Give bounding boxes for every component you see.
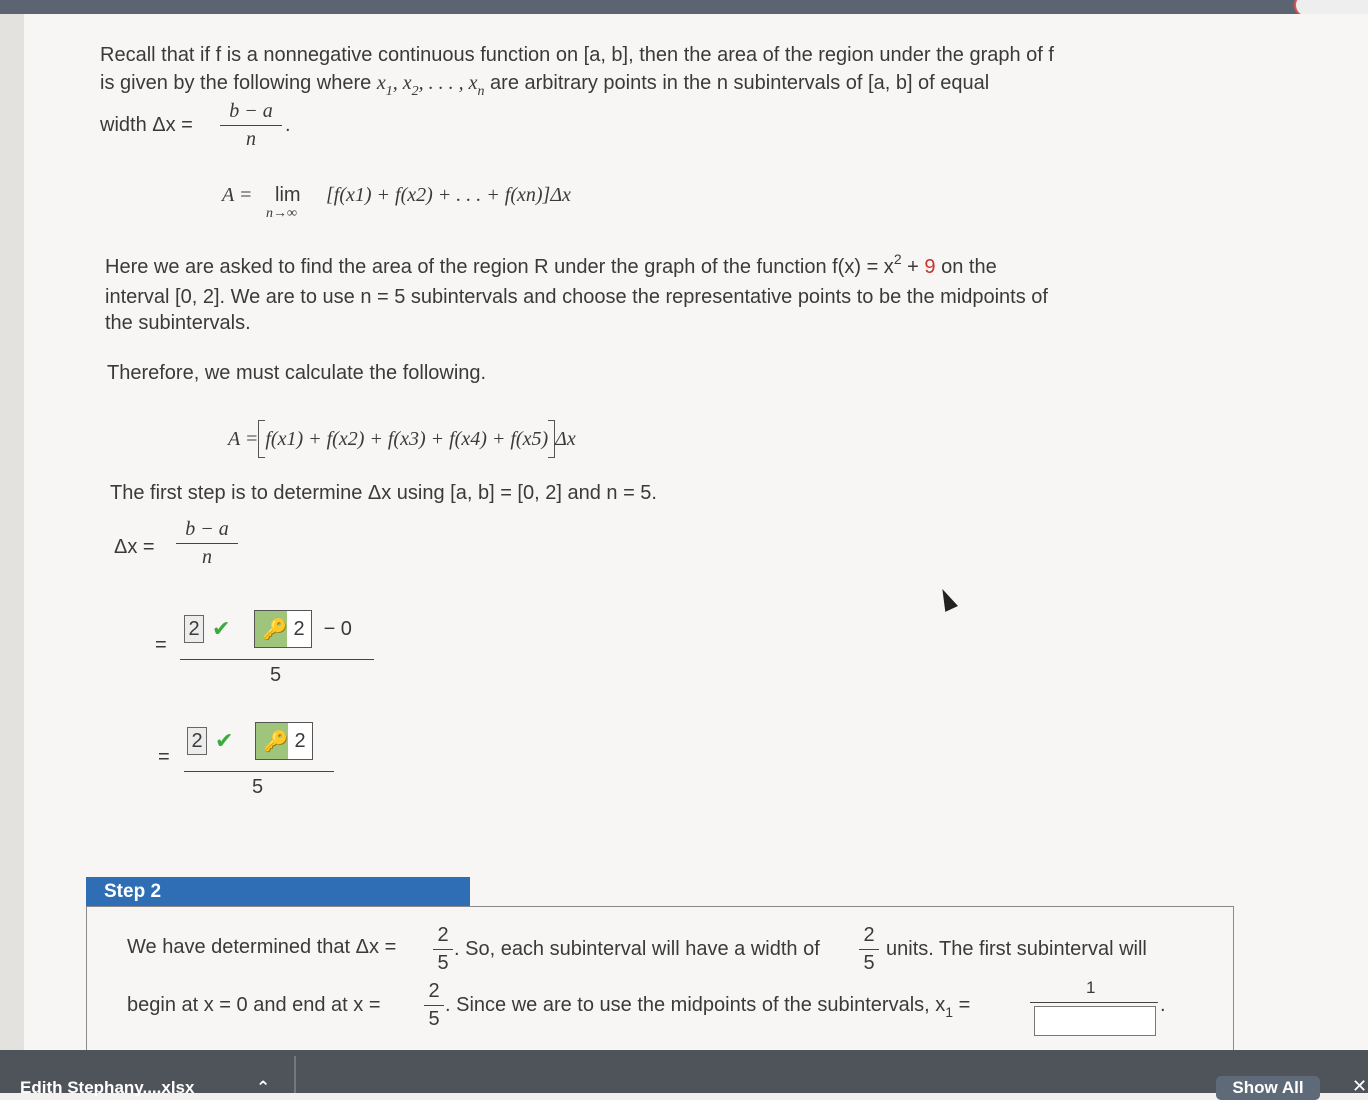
divider: [294, 1056, 296, 1093]
problem-line-1-a: Here we are asked to find the area of th…: [105, 256, 894, 278]
problem-line-1-b: on the: [935, 256, 997, 278]
answer-key[interactable]: 🔑 2: [254, 610, 312, 648]
row1-denominator: 5: [270, 664, 282, 686]
midpoint-text: . Since we are to use the midpoints of t…: [445, 994, 946, 1016]
frac-num: 2: [428, 980, 440, 1002]
answer-key[interactable]: 🔑 2: [255, 722, 313, 760]
fraction-bar: [176, 543, 238, 544]
check-icon: ✔: [215, 728, 234, 753]
width-frac-num: b − a: [229, 100, 273, 122]
browser-top-bar: [0, 0, 1368, 18]
answer-fraction-bar: [1030, 1002, 1158, 1003]
problem-line-1: Here we are asked to find the area of th…: [105, 251, 997, 279]
step2-line2-b: . Since we are to use the midpoints of t…: [445, 994, 971, 1020]
row2-fraction-bar: [184, 771, 334, 772]
width-frac-den: n: [246, 128, 256, 150]
formula-lim-sub: n→∞: [266, 206, 297, 221]
intro-line-1: Recall that if f is a nonnegative contin…: [100, 44, 1054, 66]
answer-input[interactable]: 2: [184, 615, 204, 643]
formula-lim: lim: [275, 184, 301, 206]
row2-denominator: 5: [252, 776, 264, 798]
delta-lhs: Δx =: [114, 536, 155, 558]
frac-den: 5: [437, 952, 449, 974]
minus-zero: − 0: [323, 617, 352, 640]
left-edge: [0, 14, 25, 1054]
answer-input[interactable]: 2: [187, 727, 207, 755]
fraction-bar: [424, 1005, 444, 1006]
row2-numerator: 2 ✔ 🔑 2: [187, 722, 313, 760]
row1-equals: =: [155, 634, 167, 656]
delta-fraction: b − a n: [176, 518, 238, 569]
fraction-bar: [859, 949, 879, 950]
step-2-tab[interactable]: Step 2: [86, 877, 470, 907]
delta-num: b − a: [185, 518, 229, 540]
problem-line-3: the subintervals.: [105, 312, 251, 334]
first-step-text: The first step is to determine Δx using …: [110, 482, 657, 504]
close-icon[interactable]: ✕: [1352, 1076, 1367, 1097]
equals: =: [953, 994, 971, 1016]
x-vars: x1, x2, . . . , xn: [376, 72, 485, 99]
chevron-up-icon[interactable]: ⌃: [256, 1078, 270, 1098]
step2-frac-1: 2 5: [433, 924, 453, 975]
answer-numerator: 1: [1086, 978, 1096, 997]
step2-frac-3: 2 5: [424, 980, 444, 1031]
check-icon: ✔: [212, 616, 231, 641]
step2-line2-a: begin at x = 0 and end at x =: [127, 994, 381, 1016]
frac-num: 2: [437, 924, 449, 946]
row2-equals: =: [158, 746, 170, 768]
key-icon: 🔑: [255, 611, 288, 647]
row1-numerator: 2 ✔ 🔑 2 − 0: [184, 610, 352, 648]
constant-term: 9: [924, 256, 936, 278]
frac-den: 5: [428, 1008, 440, 1030]
row1-fraction-bar: [180, 659, 374, 660]
step2-frac-2: 2 5: [859, 924, 879, 975]
sum-formula: A = f(x1) + f(x2) + f(x3) + f(x4) + f(x5…: [228, 420, 576, 458]
sum-rhs: Δx: [555, 427, 576, 450]
period: .: [1160, 994, 1166, 1016]
intro-line-2: is given by the following where x1, x2, …: [100, 72, 990, 99]
step2-line1-c: units. The first subinterval will: [886, 938, 1147, 960]
download-bar: Edith Stephany....xlsx ⌃ Show All ✕: [0, 1050, 1368, 1100]
download-file-label[interactable]: Edith Stephany....xlsx: [20, 1078, 194, 1098]
frac-den: 5: [863, 952, 875, 974]
plus: +: [901, 256, 925, 278]
key-value: 2: [293, 617, 305, 640]
problem-line-2: interval [0, 2]. We are to use n = 5 sub…: [105, 286, 1048, 308]
frac-num: 2: [863, 924, 875, 946]
delta-den: n: [202, 546, 212, 568]
show-all-button[interactable]: Show All: [1216, 1076, 1320, 1100]
fraction-bar: [433, 949, 453, 950]
width-label: width Δx =: [100, 114, 193, 136]
period: .: [285, 114, 291, 136]
width-fraction: b − a n: [220, 100, 282, 151]
intro-line-2-b: are arbitrary points in the n subinterva…: [484, 72, 990, 94]
sum-inside: f(x1) + f(x2) + f(x3) + f(x4) + f(x5): [265, 427, 549, 450]
therefore-text: Therefore, we must calculate the followi…: [107, 362, 487, 384]
intro-line-2-a: is given by the following where: [100, 72, 377, 94]
exponent: 2: [893, 251, 902, 267]
fraction-bar: [220, 125, 282, 126]
key-value: 2: [294, 729, 306, 752]
step2-line1-b: . So, each subinterval will have a width…: [454, 938, 820, 960]
key-icon: 🔑: [256, 723, 289, 759]
left-bracket: [258, 420, 266, 458]
formula-lhs: A =: [222, 184, 253, 206]
x-subscript: 1: [945, 1004, 954, 1020]
sum-lhs: A =: [228, 427, 259, 450]
step2-line1-a: We have determined that Δx =: [127, 936, 397, 958]
formula-rhs: [f(x1) + f(x2) + . . . + f(xn)]Δx: [326, 184, 571, 206]
x1-denominator-input[interactable]: [1034, 1006, 1156, 1036]
